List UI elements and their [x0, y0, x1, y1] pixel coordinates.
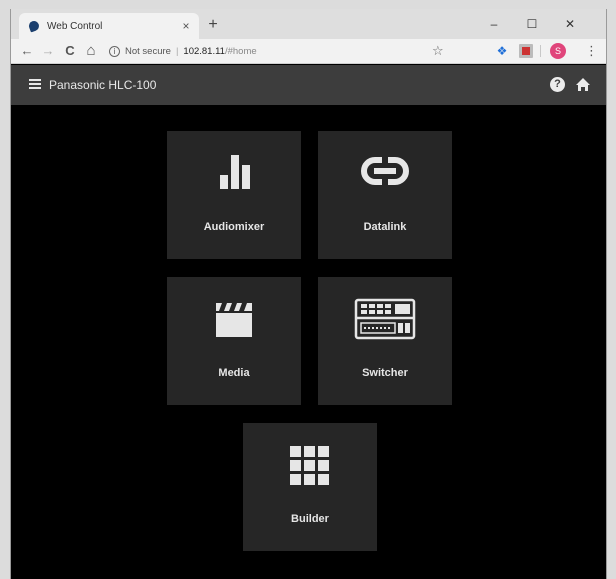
bar-chart-icon: [167, 151, 301, 191]
tile-media[interactable]: Media: [167, 277, 301, 405]
tile-label: Datalink: [363, 221, 407, 233]
tile-audiomixer[interactable]: Audiomixer: [167, 131, 301, 259]
info-icon[interactable]: i: [109, 46, 120, 57]
app-title: Panasonic HLC-100: [49, 78, 157, 92]
tile-label: Builder: [291, 513, 329, 525]
security-label: Not secure: [125, 46, 171, 57]
browser-menu-icon[interactable]: ⋮: [585, 43, 598, 59]
tile-label: Switcher: [362, 367, 408, 379]
clapperboard-icon: [167, 297, 301, 337]
browser-tab[interactable]: Web Control ×: [19, 13, 199, 39]
tab-close-icon[interactable]: ×: [179, 19, 193, 33]
maximize-button[interactable]: ☐: [513, 9, 551, 39]
tile-builder[interactable]: Builder: [243, 423, 377, 551]
tab-title: Web Control: [47, 20, 103, 32]
browser-window: Web Control × + – ☐ ✕ ← → C ⌂ i Not secu…: [10, 9, 607, 579]
minimize-button[interactable]: –: [475, 9, 513, 39]
tile-label: Audiomixer: [203, 221, 265, 233]
new-tab-button[interactable]: +: [204, 16, 222, 34]
bookmark-star-icon[interactable]: ☆: [432, 43, 444, 59]
url-separator: |: [175, 46, 179, 57]
home-icon[interactable]: [575, 77, 591, 92]
browser-toolbar: ← → C ⌂ i Not secure | 102.81.11/#home ☆…: [11, 39, 606, 64]
help-icon[interactable]: ?: [550, 77, 565, 92]
favicon-icon: [27, 19, 41, 33]
link-icon: [318, 151, 452, 191]
url-path: /#home: [224, 46, 257, 57]
reload-button[interactable]: C: [62, 43, 78, 59]
close-window-button[interactable]: ✕: [551, 9, 589, 39]
tile-label: Media: [218, 367, 250, 379]
address-bar[interactable]: i Not secure | 102.81.11/#home: [109, 42, 454, 61]
forward-button[interactable]: →: [40, 43, 56, 59]
url-host: 102.81.11: [183, 46, 225, 57]
home-button[interactable]: ⌂: [83, 43, 99, 59]
switcher-console-icon: [318, 297, 452, 340]
grid-icon: [243, 443, 377, 485]
tile-datalink[interactable]: Datalink: [318, 131, 452, 259]
hamburger-menu-icon[interactable]: [29, 79, 41, 89]
dropbox-extension-icon[interactable]: ❖: [495, 44, 509, 58]
toolbar-divider: [540, 45, 541, 57]
tab-strip: Web Control × + – ☐ ✕: [11, 9, 606, 39]
pdf-extension-icon[interactable]: [519, 44, 533, 58]
tile-switcher[interactable]: Switcher: [318, 277, 452, 405]
app-header: Panasonic HLC-100 ?: [11, 65, 606, 105]
profile-avatar[interactable]: S: [550, 43, 566, 59]
back-button[interactable]: ←: [19, 43, 35, 59]
